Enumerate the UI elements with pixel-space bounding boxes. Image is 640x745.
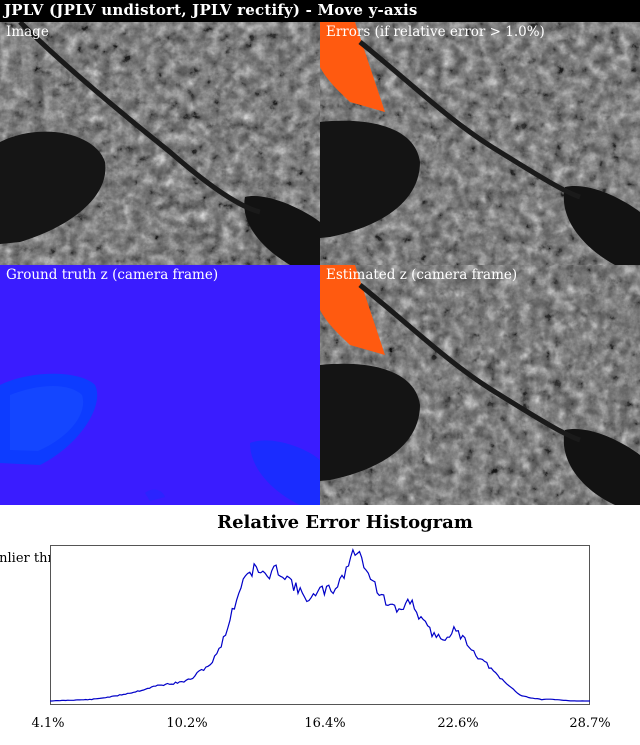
ground-truth-panel: Ground truth z (camera frame) bbox=[0, 265, 320, 505]
image-panel: Image bbox=[0, 22, 320, 265]
x-tick-label: 22.6% bbox=[437, 716, 479, 731]
estimated-depth-image bbox=[320, 265, 640, 505]
window-title: JPLV (JPLV undistort, JPLV rectify) - Mo… bbox=[4, 1, 418, 19]
x-tick-label: 28.7% bbox=[569, 716, 611, 731]
panel-label-errors: Errors (if relative error > 1.0%) bbox=[326, 24, 545, 40]
panel-label-image: Image bbox=[6, 24, 49, 40]
panel-label-estimated: Estimated z (camera frame) bbox=[326, 267, 518, 283]
x-tick-label: 10.2% bbox=[166, 716, 208, 731]
x-tick-label: 4.1% bbox=[31, 716, 65, 731]
ground-truth-depth-map bbox=[0, 265, 320, 505]
title-bar: JPLV (JPLV undistort, JPLV rectify) - Mo… bbox=[0, 0, 640, 22]
histogram-chart bbox=[50, 547, 590, 702]
histogram-series-line bbox=[50, 547, 590, 702]
histogram-title: Relative Error Histogram bbox=[217, 512, 473, 533]
estimated-panel: Estimated z (camera frame) bbox=[320, 265, 640, 505]
error-overlay-image bbox=[320, 22, 640, 265]
errors-panel: Errors (if relative error > 1.0%) bbox=[320, 22, 640, 265]
panel-label-ground-truth: Ground truth z (camera frame) bbox=[6, 267, 219, 283]
x-tick-label: 16.4% bbox=[304, 716, 346, 731]
rock-image bbox=[0, 22, 320, 265]
